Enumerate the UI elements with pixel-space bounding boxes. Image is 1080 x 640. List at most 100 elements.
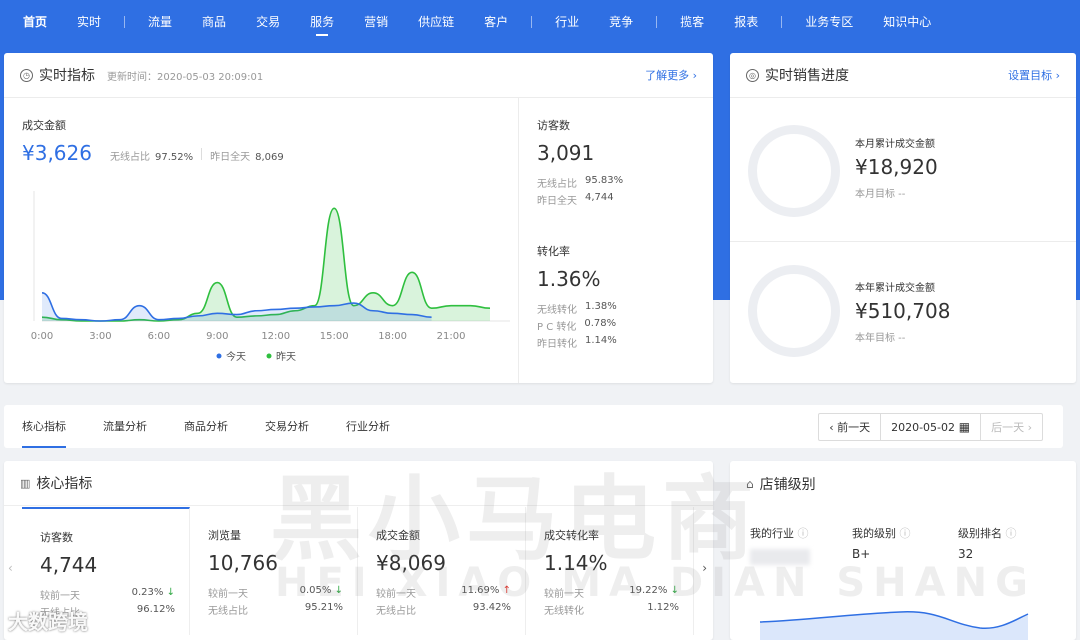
nav-item[interactable]: 供应链 bbox=[403, 0, 469, 44]
rank-label: 级别排名 ⓘ bbox=[958, 527, 1017, 540]
nav-separator bbox=[124, 16, 126, 28]
month-value: ¥18,920 bbox=[855, 155, 938, 179]
shop-level-card: ⌂ 店铺级别 我的行业 ⓘ 我的级别 ⓘ B+ 级别排名 ⓘ 32 bbox=[730, 461, 1076, 640]
v-wireless-value: 95.83% bbox=[585, 175, 624, 186]
target-icon: ◎ bbox=[746, 68, 759, 82]
gmv-block: 成交金额 ¥3,626 无线占比 97.52% 昨日全天 8,069 bbox=[22, 117, 284, 165]
c-wireless-value: 1.38% bbox=[585, 301, 617, 312]
month-block: 本月累计成交金额 ¥18,920 本月目标 -- bbox=[855, 135, 938, 200]
gmv-value: ¥3,626 bbox=[22, 141, 92, 165]
c-pc-value: 0.78% bbox=[584, 318, 617, 329]
visitors-value: 3,091 bbox=[537, 141, 595, 165]
divider bbox=[730, 241, 1076, 242]
shop-card-header: ⌂ 店铺级别 bbox=[730, 461, 1076, 506]
conversion-block: 转化率 1.36% 无线转化 1.38% P C 转化 0.78% 昨日转化 1.14… bbox=[537, 243, 697, 350]
legend-label: 今天 bbox=[226, 350, 246, 363]
prev-day-button[interactable]: ‹ 前一天 bbox=[819, 414, 882, 440]
c-wireless-label: 无线转化 bbox=[537, 305, 577, 316]
visitors-block: 访客数 3,091 无线占比 95.83% 昨日全天 4,744 bbox=[537, 117, 697, 207]
v-yesterday-label: 昨日全天 bbox=[537, 196, 577, 207]
legend-marker bbox=[266, 353, 272, 359]
next-day-button[interactable]: 后一天 › bbox=[981, 414, 1042, 440]
sales-card-header: ◎ 实时销售进度 设置目标 › bbox=[730, 53, 1076, 98]
tab-traffic-analysis[interactable]: 流量分析 bbox=[103, 405, 147, 448]
month-label: 本月累计成交金额 bbox=[855, 139, 935, 150]
divider bbox=[201, 148, 203, 160]
x-tick-label: 0:00 bbox=[31, 331, 53, 342]
c-yesterday-value: 1.14% bbox=[585, 335, 617, 346]
update-time: 更新时间：2020-05-03 20:09:01 bbox=[107, 71, 264, 83]
v-wireless-label: 无线占比 bbox=[537, 179, 577, 190]
nav-separator bbox=[531, 16, 533, 28]
conversion-label: 转化率 bbox=[537, 245, 570, 258]
core-title: 核心指标 bbox=[36, 476, 93, 492]
bar-chart-icon: ▥ bbox=[20, 476, 31, 490]
calendar-icon: ▦ bbox=[958, 420, 971, 434]
nav-item[interactable]: 营销 bbox=[349, 0, 403, 44]
gmv-wireless-label: 无线占比 bbox=[109, 152, 150, 163]
nav-separator bbox=[781, 16, 783, 28]
year-progress-ring bbox=[748, 265, 840, 357]
nav-item[interactable]: 竞争 bbox=[594, 0, 648, 44]
tab-industry-analysis[interactable]: 行业分析 bbox=[346, 405, 390, 448]
scroll-left-icon[interactable]: ‹ bbox=[8, 561, 13, 575]
rank-value: 32 bbox=[958, 547, 974, 561]
set-target-link[interactable]: 设置目标 › bbox=[1008, 67, 1060, 83]
nav-item[interactable]: 实时 bbox=[62, 0, 116, 44]
nav-item[interactable]: 商品 bbox=[187, 0, 241, 44]
x-tick-label: 18:00 bbox=[378, 331, 407, 342]
realtime-card: ◷ 实时指标 更新时间：2020-05-03 20:09:01 了解更多 › 成… bbox=[4, 53, 713, 383]
nav-item[interactable]: 流量 bbox=[133, 0, 187, 44]
month-target: 本月目标 -- bbox=[855, 189, 906, 200]
v-yesterday-value: 4,744 bbox=[585, 192, 614, 203]
watermark-cn: 黑小马电商 bbox=[270, 466, 761, 573]
conversion-value: 1.36% bbox=[537, 267, 601, 291]
legend-label: 昨天 bbox=[276, 351, 296, 363]
nav-item[interactable]: 揽客 bbox=[665, 0, 719, 44]
sales-title: 实时销售进度 bbox=[765, 68, 849, 84]
date-value: 2020-05-02 bbox=[891, 420, 956, 434]
realtime-card-header: ◷ 实时指标 更新时间：2020-05-03 20:09:01 了解更多 › bbox=[4, 53, 713, 98]
tab-core-metrics[interactable]: 核心指标 bbox=[22, 405, 66, 448]
kpi-share-value: 96.12% bbox=[136, 604, 175, 615]
shop-title: 店铺级别 bbox=[759, 476, 816, 493]
nav-item[interactable]: 客户 bbox=[469, 0, 523, 44]
corner-logo: 大数跨境 bbox=[8, 610, 88, 634]
analysis-tabs-bar: 核心指标 流量分析 商品分析 交易分析 行业分析 ‹ 前一天 2020-05-0… bbox=[4, 405, 1063, 448]
realtime-trend-chart: 0:00 3:00 6:00 9:00 12:00 15:00 18:00 21:00 今天 昨天 bbox=[31, 191, 510, 363]
x-tick-label: 15:00 bbox=[320, 331, 349, 342]
nav-item[interactable]: 报表 bbox=[719, 0, 773, 44]
arrow-down-icon: ↓ bbox=[166, 587, 175, 598]
level-value: B+ bbox=[852, 547, 871, 561]
watermark-pinyin: HEI XIAO MA DIAN SHANG bbox=[275, 560, 1036, 606]
nav-item[interactable]: 首页 bbox=[8, 0, 62, 44]
x-tick-label: 3:00 bbox=[89, 331, 111, 342]
kpi-compare-value: 0.23% bbox=[131, 587, 164, 598]
series-area bbox=[42, 208, 490, 321]
clock-icon: ◷ bbox=[20, 68, 33, 82]
tab-product-analysis[interactable]: 商品分析 bbox=[184, 405, 228, 448]
nav-item[interactable]: 业务专区 bbox=[790, 0, 868, 44]
kpi-compare-label: 较前一天 bbox=[208, 589, 248, 600]
year-block: 本年累计成交金额 ¥510,708 本年目标 -- bbox=[855, 279, 950, 344]
nav-item[interactable]: 交易 bbox=[241, 0, 295, 44]
year-label: 本年累计成交金额 bbox=[855, 283, 935, 294]
tab-trade-analysis[interactable]: 交易分析 bbox=[265, 405, 309, 448]
kpi-share-label: 无线占比 bbox=[208, 606, 248, 617]
x-tick-label: 12:00 bbox=[261, 331, 290, 342]
nav-item[interactable]: 知识中心 bbox=[868, 0, 946, 44]
shop-trend-sparkline bbox=[759, 611, 1029, 640]
date-input[interactable]: 2020-05-02 ▦ bbox=[881, 414, 982, 440]
nav-item[interactable]: 服务 bbox=[295, 0, 349, 44]
learn-more-link[interactable]: 了解更多 › bbox=[645, 67, 697, 83]
nav-separator bbox=[656, 16, 658, 28]
top-navigation: 首页 实时 流量 商品 交易 服务 营销 供应链 客户 行业 竞争 揽客 报表 业务专区 知识中心 bbox=[0, 0, 1080, 44]
shop-level-row: 我的行业 ⓘ 我的级别 ⓘ B+ 级别排名 ⓘ 32 bbox=[750, 525, 1028, 565]
x-tick-label: 9:00 bbox=[206, 331, 228, 342]
nav-item[interactable]: 行业 bbox=[540, 0, 594, 44]
gmv-wireless-value: 97.52% bbox=[154, 152, 194, 163]
gmv-yesterday-label: 昨日全天 bbox=[210, 152, 251, 163]
kpi-compare-label: 较前一天 bbox=[40, 591, 80, 602]
level-label: 我的级别 ⓘ bbox=[852, 527, 911, 540]
year-value: ¥510,708 bbox=[855, 299, 951, 323]
